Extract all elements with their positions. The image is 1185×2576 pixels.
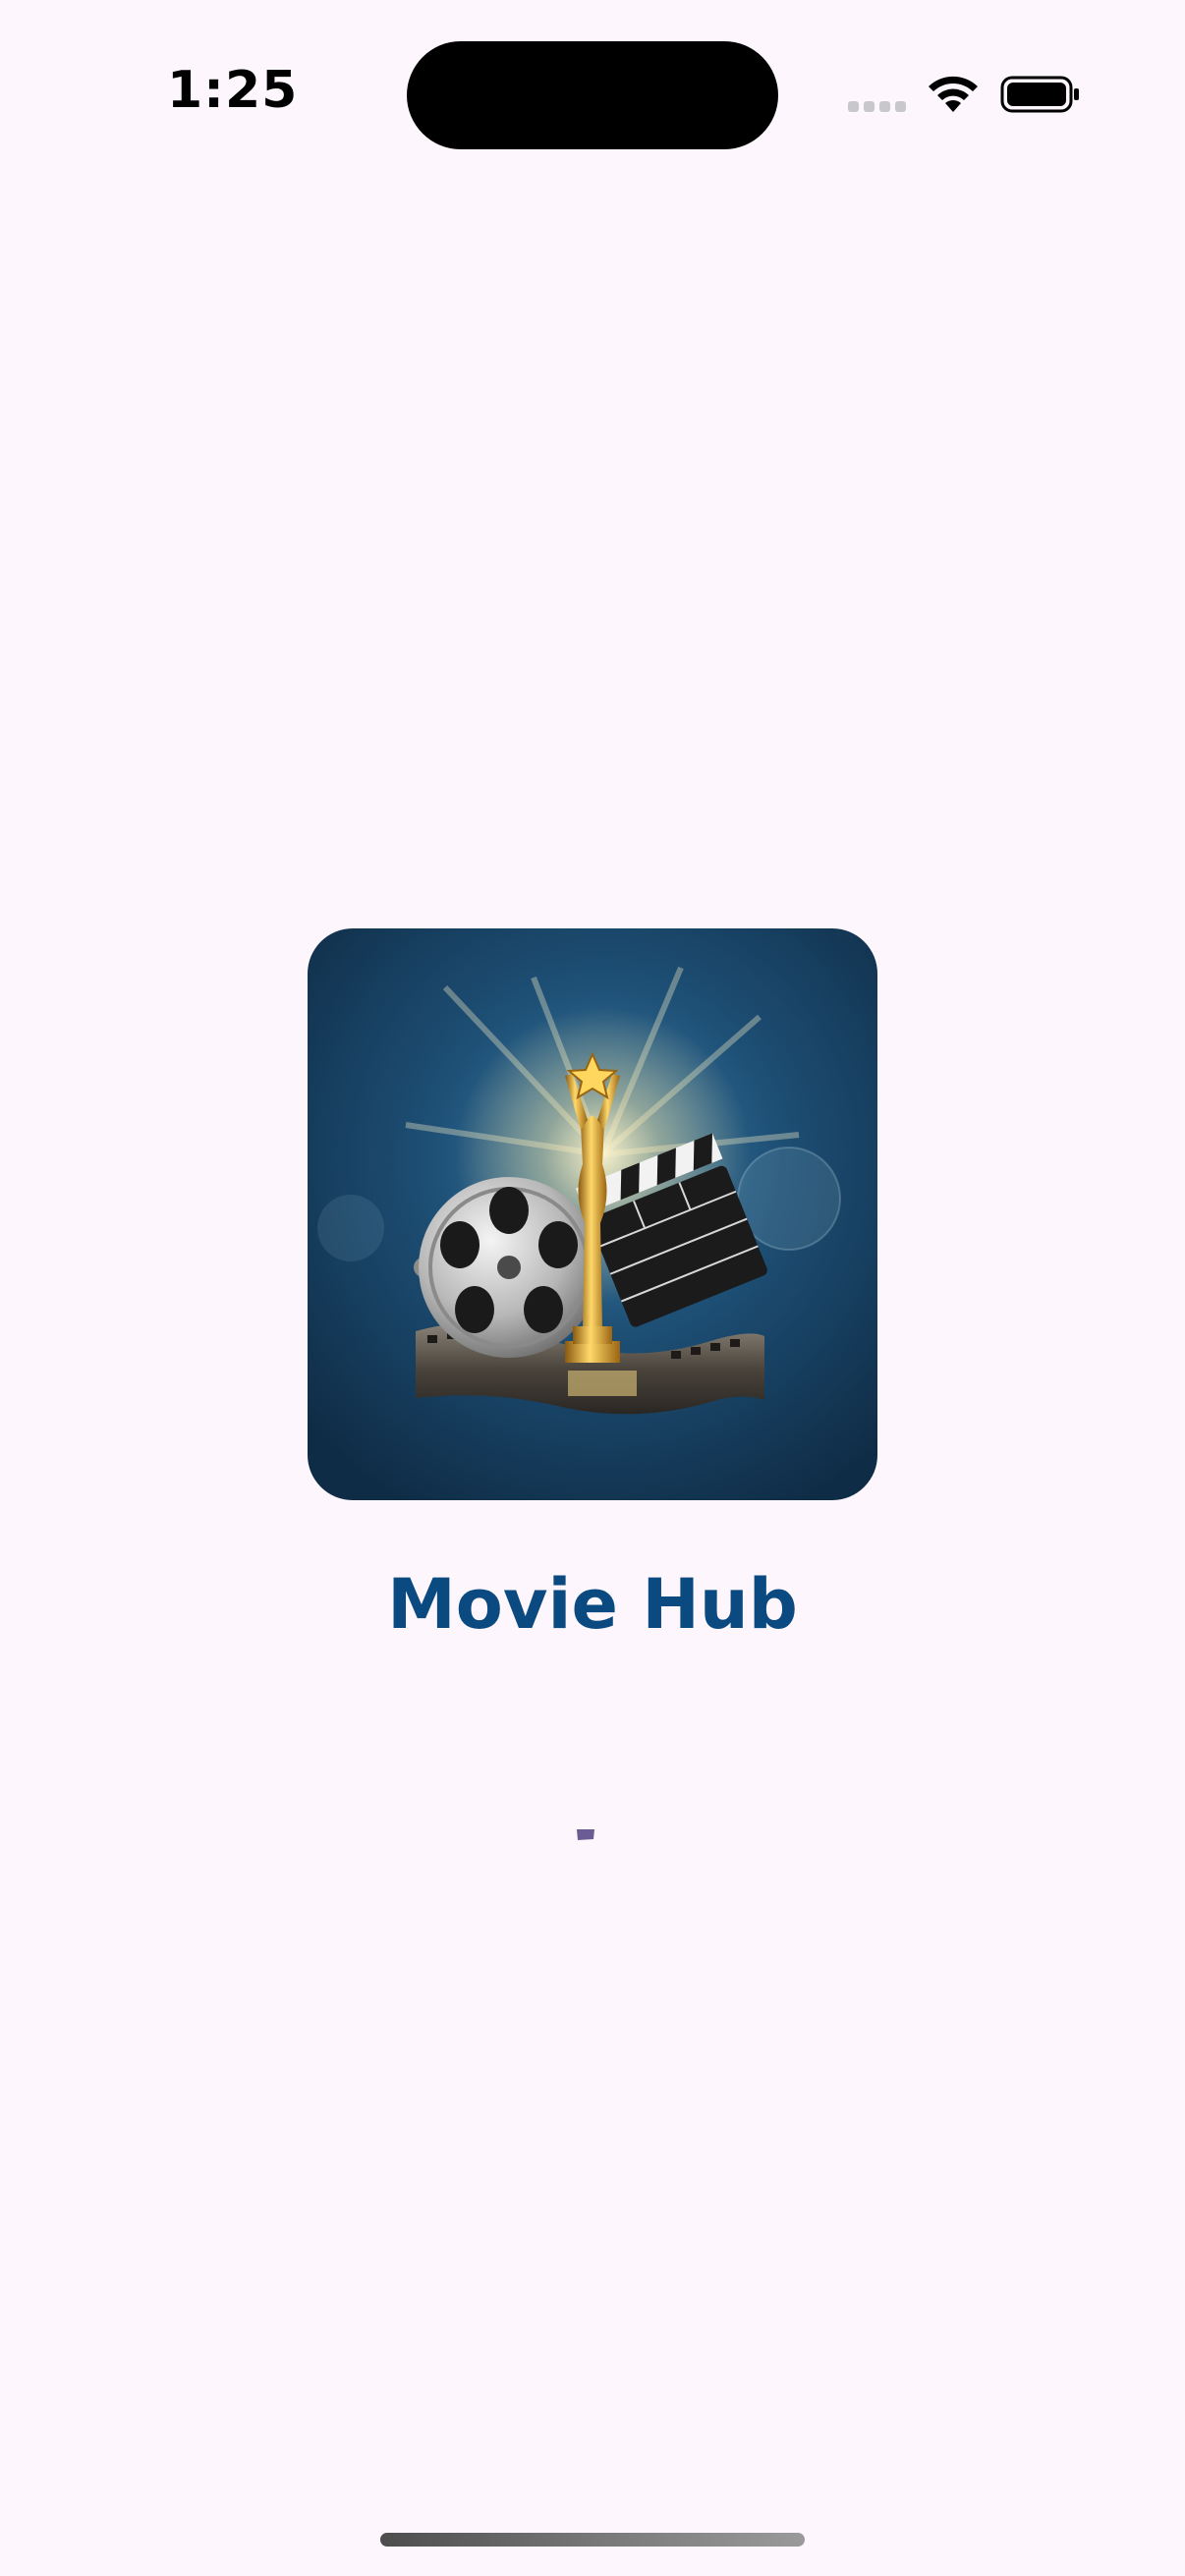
movie-hub-logo: [308, 928, 877, 1500]
splash-screen: Movie Hub: [0, 0, 1185, 2576]
app-title: Movie Hub: [387, 1564, 798, 1645]
loading-spinner-icon: [577, 1829, 594, 1840]
home-indicator[interactable]: [380, 2533, 805, 2547]
